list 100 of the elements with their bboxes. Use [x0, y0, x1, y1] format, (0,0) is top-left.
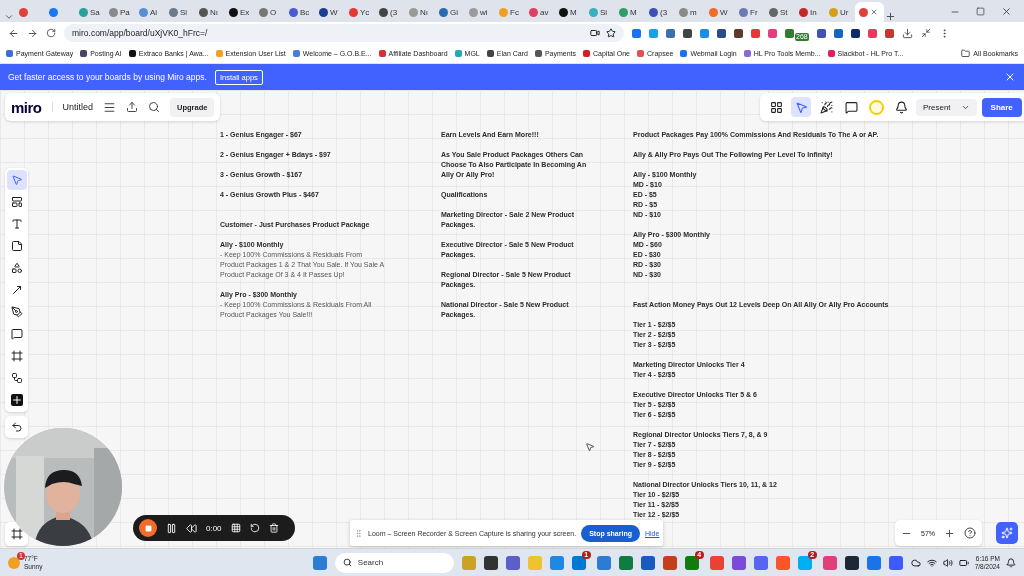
browser-tab[interactable]: Ur [825, 2, 854, 22]
battery-icon[interactable] [958, 557, 969, 568]
rewind-button[interactable] [186, 522, 197, 534]
search-input[interactable]: Search [355, 557, 436, 568]
undo-icon [10, 421, 23, 433]
close-icon[interactable] [870, 8, 878, 16]
restore-button[interactable] [976, 7, 985, 16]
sparkles-icon [1001, 527, 1013, 539]
close-button[interactable] [1004, 71, 1016, 83]
search-icon [342, 558, 352, 567]
tab-list-button[interactable] [4, 12, 14, 22]
recording-timer: 0:00 [206, 523, 222, 533]
browser-tab[interactable]: M [555, 2, 584, 22]
reload-button[interactable] [46, 28, 56, 38]
extension-icon[interactable] [717, 28, 726, 38]
browser-tab[interactable]: Ai [135, 2, 164, 22]
stop-icon [144, 524, 152, 532]
extension-icon[interactable] [683, 28, 692, 38]
download-button[interactable] [901, 27, 913, 39]
grid-button[interactable] [230, 523, 241, 533]
browser-tab[interactable]: wi [465, 2, 494, 22]
folder-icon [961, 49, 971, 58]
cursor-icon [794, 100, 808, 114]
restart-button[interactable] [249, 523, 260, 533]
forward-button[interactable] [27, 27, 38, 39]
comment-icon [844, 100, 858, 114]
cloud-icon[interactable] [910, 557, 921, 568]
browser-tab[interactable]: Bc [285, 2, 314, 22]
close-icon [1001, 6, 1012, 17]
browser-tab[interactable]: Nı [195, 2, 224, 22]
taskbar-app-icon[interactable] [797, 555, 812, 570]
browser-tab[interactable]: Ex [225, 2, 254, 22]
browser-tab[interactable] [855, 2, 884, 22]
wifi-icon[interactable] [926, 557, 937, 568]
help-icon [964, 527, 976, 539]
taskbar-app-icon[interactable] [640, 555, 655, 570]
search-button[interactable] [148, 101, 161, 113]
notification-icon[interactable] [1006, 557, 1016, 568]
comment-icon [10, 328, 23, 340]
browser-tab[interactable]: O [255, 2, 284, 22]
browser-tab[interactable]: Gi [435, 2, 464, 22]
zoom-in-button[interactable] [944, 527, 955, 539]
share-button[interactable]: Share [981, 97, 1022, 117]
arrow-icon [10, 284, 23, 296]
forward-icon [27, 27, 38, 39]
volume-icon[interactable] [942, 557, 953, 568]
cursor-icon [10, 174, 23, 186]
browser-tab[interactable]: Si [165, 2, 194, 22]
browser-tab[interactable]: Nı [405, 2, 434, 22]
browser-tab[interactable]: m [675, 2, 704, 22]
address-bar[interactable]: miro.com/app/board/uXjVK0_hFrc=/ [64, 24, 624, 42]
browser-tab[interactable]: In [795, 2, 824, 22]
close-window-button[interactable] [1001, 6, 1012, 17]
browser-tab[interactable]: Pa [105, 2, 134, 22]
delete-button[interactable] [268, 523, 279, 533]
back-button[interactable] [8, 27, 19, 39]
diagram-icon [10, 372, 23, 384]
avatar-icon [868, 99, 884, 115]
browser-tab[interactable]: W [705, 2, 734, 22]
stop-recording-button[interactable] [139, 519, 157, 537]
miro-logo: miro [11, 98, 42, 116]
extension-icon[interactable] [850, 28, 860, 38]
plus-icon [885, 11, 896, 22]
bookmark-star-icon[interactable] [606, 28, 616, 38]
browser-tab[interactable]: Si [585, 2, 614, 22]
taskbar-app-icon[interactable] [571, 555, 586, 570]
browser-tab[interactable]: W [315, 2, 344, 22]
mouse-pointer-icon [585, 442, 595, 452]
taskbar-app-icon[interactable] [844, 555, 859, 570]
frame-icon [10, 350, 23, 362]
plus-icon [10, 394, 23, 406]
ai-assist-button[interactable] [996, 522, 1018, 544]
browser-tab[interactable]: av [525, 2, 554, 22]
taskbar-app-icon[interactable] [684, 555, 699, 570]
browser-tab[interactable]: St [765, 2, 794, 22]
start-button[interactable] [312, 555, 327, 570]
plus-icon [944, 527, 955, 539]
browser-tab[interactable]: Sa [75, 2, 104, 22]
browser-tab[interactable]: Fr [735, 2, 764, 22]
search-icon [148, 101, 161, 113]
browser-tab[interactable]: (3 [645, 2, 674, 22]
menu-button[interactable] [103, 100, 117, 114]
present-button[interactable]: Present [916, 98, 977, 116]
grip-icon [354, 528, 363, 538]
extension-icon[interactable] [734, 28, 743, 38]
extension-icon[interactable] [816, 28, 826, 38]
chevron-icon [4, 12, 14, 22]
taskbar-search-field[interactable]: Search [334, 552, 454, 573]
taskbar-app-icon[interactable] [483, 555, 498, 570]
upload-button[interactable] [126, 101, 139, 113]
browser-tab[interactable]: M [615, 2, 644, 22]
pause-button[interactable] [166, 522, 177, 534]
extension-icon[interactable] [833, 28, 843, 38]
new-tab-button[interactable] [885, 11, 896, 22]
sticky-note-icon [10, 240, 23, 252]
board-title[interactable]: Untitled [51, 102, 94, 112]
browser-tab[interactable]: Yc [345, 2, 374, 22]
browser-tab[interactable]: (3 [375, 2, 404, 22]
browser-tab[interactable]: Fc [495, 2, 524, 22]
help-button[interactable] [964, 527, 976, 539]
